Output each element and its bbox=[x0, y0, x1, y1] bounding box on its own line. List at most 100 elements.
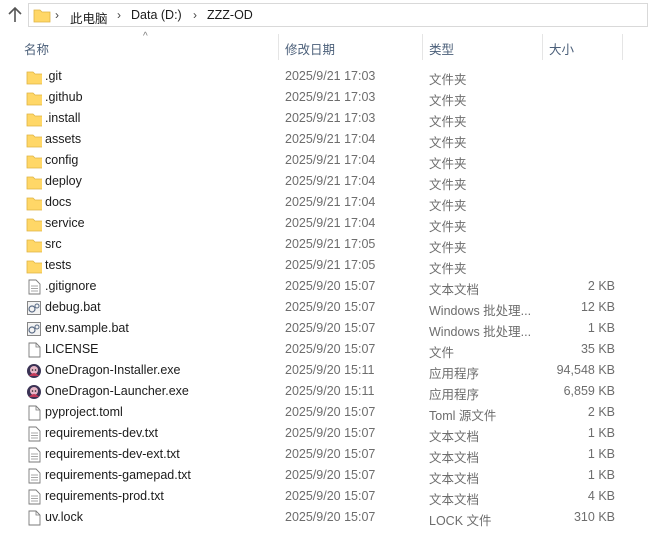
file-modified: 2025/9/20 15:07 bbox=[285, 321, 376, 335]
file-type: 文件夹 bbox=[429, 199, 467, 213]
file-row[interactable]: uv.lock 2025/9/20 15:07 LOCK 文件 310 KB bbox=[20, 507, 620, 528]
batch-file-icon bbox=[27, 322, 41, 336]
breadcrumb-folder[interactable]: ZZZ-OD bbox=[207, 8, 253, 22]
folder-icon bbox=[26, 239, 42, 253]
file-type: Windows 批处理... bbox=[429, 325, 532, 339]
file-modified: 2025/9/20 15:07 bbox=[285, 468, 376, 482]
folder-icon bbox=[26, 113, 42, 127]
file-name: config bbox=[45, 153, 79, 167]
file-type: 文件夹 bbox=[429, 262, 467, 276]
file-name: env.sample.bat bbox=[45, 321, 129, 335]
up-arrow-icon[interactable] bbox=[5, 5, 25, 25]
file-row[interactable]: deploy 2025/9/21 17:04 文件夹 bbox=[20, 171, 620, 192]
file-row[interactable]: tests 2025/9/21 17:05 文件夹 bbox=[20, 255, 620, 276]
file-row[interactable]: OneDragon-Installer.exe 2025/9/20 15:11 应用… bbox=[20, 360, 620, 381]
sort-ascending-icon: ^ bbox=[143, 31, 148, 42]
file-type: 文本文档 bbox=[429, 283, 480, 297]
file-name: deploy bbox=[45, 174, 82, 188]
file-row[interactable]: pyproject.toml 2025/9/20 15:07 Toml 源文件 2 K… bbox=[20, 402, 620, 423]
folder-icon bbox=[26, 176, 42, 190]
file-row[interactable]: debug.bat 2025/9/20 15:07 Windows 批处理... 12… bbox=[20, 297, 620, 318]
column-modified[interactable]: 修改日期 bbox=[285, 39, 335, 58]
chevron-right-icon[interactable]: › bbox=[55, 8, 59, 22]
file-row[interactable]: OneDragon-Launcher.exe 2025/9/20 15:11 应用程… bbox=[20, 381, 620, 402]
file-type: 文件 bbox=[429, 346, 455, 360]
text-file-icon bbox=[28, 426, 41, 442]
file-size: 2 KB bbox=[587, 279, 615, 293]
file-name: .git bbox=[45, 69, 62, 83]
file-type: 文件夹 bbox=[429, 73, 467, 87]
file-row[interactable]: .gitignore 2025/9/20 15:07 文本文档 2 KB bbox=[20, 276, 620, 297]
file-row[interactable]: src 2025/9/21 17:05 文件夹 bbox=[20, 234, 620, 255]
address-path-box[interactable]: › 此电脑 › Data (D:) › ZZZ-OD bbox=[28, 3, 648, 27]
file-size: 1 KB bbox=[587, 447, 615, 461]
file-row[interactable]: docs 2025/9/21 17:04 文件夹 bbox=[20, 192, 620, 213]
file-modified: 2025/9/20 15:07 bbox=[285, 279, 376, 293]
file-row[interactable]: env.sample.bat 2025/9/20 15:07 Windows 批处理… bbox=[20, 318, 620, 339]
file-size: 1 KB bbox=[587, 468, 615, 482]
file-name: requirements-prod.txt bbox=[45, 489, 164, 503]
column-divider[interactable] bbox=[622, 34, 623, 60]
column-size[interactable]: 大小 bbox=[549, 39, 574, 58]
file-modified: 2025/9/20 15:07 bbox=[285, 426, 376, 440]
file-row[interactable]: requirements-gamepad.txt 2025/9/20 15:07 文… bbox=[20, 465, 620, 486]
file-type: 文本文档 bbox=[429, 451, 480, 465]
file-type: Windows 批处理... bbox=[429, 304, 532, 318]
file-modified: 2025/9/21 17:05 bbox=[285, 237, 376, 251]
file-row[interactable]: service 2025/9/21 17:04 文件夹 bbox=[20, 213, 620, 234]
folder-icon bbox=[26, 134, 42, 148]
file-row[interactable]: assets 2025/9/21 17:04 文件夹 bbox=[20, 129, 620, 150]
file-type: 文件夹 bbox=[429, 115, 467, 129]
blank-file-icon bbox=[28, 510, 41, 526]
file-modified: 2025/9/20 15:07 bbox=[285, 342, 376, 356]
file-row[interactable]: config 2025/9/21 17:04 文件夹 bbox=[20, 150, 620, 171]
file-name: uv.lock bbox=[45, 510, 83, 524]
folder-icon bbox=[26, 197, 42, 211]
file-row[interactable]: requirements-prod.txt 2025/9/20 15:07 文本文档… bbox=[20, 486, 620, 507]
breadcrumb-drive[interactable]: Data (D:) bbox=[131, 8, 182, 22]
file-row[interactable]: requirements-dev-ext.txt 2025/9/20 15:07 文… bbox=[20, 444, 620, 465]
file-size: 6,859 KB bbox=[563, 384, 615, 398]
file-name: pyproject.toml bbox=[45, 405, 123, 419]
file-size: 1 KB bbox=[587, 426, 615, 440]
breadcrumb-this-pc[interactable]: 此电脑 bbox=[70, 8, 108, 27]
blank-file-icon bbox=[28, 405, 41, 421]
file-name: debug.bat bbox=[45, 300, 101, 314]
file-row[interactable]: .install 2025/9/21 17:03 文件夹 bbox=[20, 108, 620, 129]
text-file-icon bbox=[28, 468, 41, 484]
file-row[interactable]: requirements-dev.txt 2025/9/20 15:07 文本文档 1… bbox=[20, 423, 620, 444]
file-modified: 2025/9/21 17:04 bbox=[285, 216, 376, 230]
file-name: src bbox=[45, 237, 62, 251]
file-name: .install bbox=[45, 111, 81, 125]
column-type[interactable]: 类型 bbox=[429, 39, 454, 58]
file-type: 文本文档 bbox=[429, 472, 480, 486]
file-type: Toml 源文件 bbox=[429, 409, 497, 423]
folder-icon bbox=[26, 155, 42, 169]
chevron-right-icon[interactable]: › bbox=[117, 8, 121, 22]
file-modified: 2025/9/21 17:04 bbox=[285, 132, 376, 146]
column-divider[interactable] bbox=[278, 34, 279, 60]
file-type: 文本文档 bbox=[429, 430, 480, 444]
file-modified: 2025/9/21 17:04 bbox=[285, 153, 376, 167]
file-row[interactable]: .github 2025/9/21 17:03 文件夹 bbox=[20, 87, 620, 108]
file-size: 94,548 KB bbox=[556, 363, 615, 377]
column-divider[interactable] bbox=[422, 34, 423, 60]
text-file-icon bbox=[28, 489, 41, 505]
file-modified: 2025/9/20 15:07 bbox=[285, 489, 376, 503]
file-size: 310 KB bbox=[573, 510, 615, 524]
file-row[interactable]: .git 2025/9/21 17:03 文件夹 bbox=[20, 66, 620, 87]
file-type: 应用程序 bbox=[429, 367, 480, 381]
chevron-right-icon[interactable]: › bbox=[193, 8, 197, 22]
column-name[interactable]: 名称 bbox=[24, 39, 49, 58]
file-type: 文件夹 bbox=[429, 136, 467, 150]
file-modified: 2025/9/21 17:03 bbox=[285, 90, 376, 104]
file-modified: 2025/9/20 15:11 bbox=[285, 384, 375, 398]
file-size: 12 KB bbox=[580, 300, 615, 314]
file-name: docs bbox=[45, 195, 72, 209]
folder-icon bbox=[33, 9, 51, 23]
column-divider[interactable] bbox=[542, 34, 543, 60]
file-size: 4 KB bbox=[587, 489, 615, 503]
file-row[interactable]: LICENSE 2025/9/20 15:07 文件 35 KB bbox=[20, 339, 620, 360]
file-name: tests bbox=[45, 258, 72, 272]
folder-icon bbox=[26, 92, 42, 106]
